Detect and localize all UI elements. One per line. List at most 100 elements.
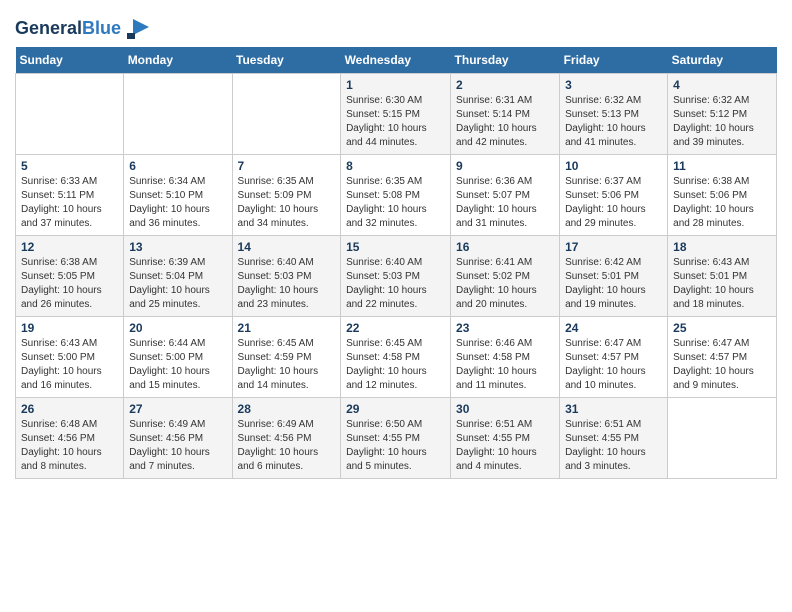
calendar-cell: 4 Sunrise: 6:32 AMSunset: 5:12 PMDaylight… <box>668 74 777 155</box>
day-detail: Sunrise: 6:47 AMSunset: 4:57 PMDaylight:… <box>565 337 662 393</box>
day-number: 17 <box>565 240 662 254</box>
calendar-cell: 7Sunrise: 6:35 AMSunset: 5:09 PMDaylight… <box>232 155 341 236</box>
calendar-cell <box>124 74 232 155</box>
logo-text: GeneralBlue <box>15 19 121 39</box>
calendar-cell: 18 Sunrise: 6:43 AMSunset: 5:01 PMDayligh… <box>668 236 777 317</box>
day-detail: Sunrise: 6:47 AMSunset: 4:57 PMDaylight:… <box>673 337 771 393</box>
day-number: 18 <box>673 240 771 254</box>
day-detail: Sunrise: 6:33 AMSunset: 5:11 PMDaylight:… <box>21 175 118 231</box>
day-number: 15 <box>346 240 445 254</box>
day-detail: Sunrise: 6:34 AMSunset: 5:10 PMDaylight:… <box>129 175 226 231</box>
day-detail: Sunrise: 6:40 AMSunset: 5:03 PMDaylight:… <box>346 256 445 312</box>
day-detail: Sunrise: 6:38 AMSunset: 5:05 PMDaylight:… <box>21 256 118 312</box>
day-detail: Sunrise: 6:43 AMSunset: 5:01 PMDaylight:… <box>673 256 771 312</box>
day-number: 26 <box>21 402 118 416</box>
day-number: 30 <box>456 402 554 416</box>
calendar-cell: 1Sunrise: 6:30 AMSunset: 5:15 PMDaylight… <box>341 74 451 155</box>
calendar-cell: 21Sunrise: 6:45 AMSunset: 4:59 PMDayligh… <box>232 317 341 398</box>
day-header-monday: Monday <box>124 47 232 74</box>
calendar-cell: 6 Sunrise: 6:34 AMSunset: 5:10 PMDaylight… <box>124 155 232 236</box>
calendar-cell: 16Sunrise: 6:41 AMSunset: 5:02 PMDayligh… <box>451 236 560 317</box>
logo-icon <box>123 15 151 43</box>
week-row: 1Sunrise: 6:30 AMSunset: 5:15 PMDaylight… <box>16 74 777 155</box>
calendar-cell <box>668 398 777 479</box>
week-row: 5 Sunrise: 6:33 AMSunset: 5:11 PMDaylight… <box>16 155 777 236</box>
day-detail: Sunrise: 6:49 AMSunset: 4:56 PMDaylight:… <box>129 418 226 474</box>
calendar-cell: 29Sunrise: 6:50 AMSunset: 4:55 PMDayligh… <box>341 398 451 479</box>
day-header-friday: Friday <box>560 47 668 74</box>
day-detail: Sunrise: 6:43 AMSunset: 5:00 PMDaylight:… <box>21 337 118 393</box>
day-number: 8 <box>346 159 445 173</box>
calendar-cell: 14 Sunrise: 6:40 AMSunset: 5:03 PMDayligh… <box>232 236 341 317</box>
calendar-cell <box>16 74 124 155</box>
day-number: 10 <box>565 159 662 173</box>
day-header-wednesday: Wednesday <box>341 47 451 74</box>
day-header-sunday: Sunday <box>16 47 124 74</box>
calendar-cell: 19 Sunrise: 6:43 AMSunset: 5:00 PMDayligh… <box>16 317 124 398</box>
day-header-thursday: Thursday <box>451 47 560 74</box>
day-detail: Sunrise: 6:40 AMSunset: 5:03 PMDaylight:… <box>238 256 336 312</box>
logo: GeneralBlue <box>15 15 151 43</box>
calendar-cell: 22Sunrise: 6:45 AMSunset: 4:58 PMDayligh… <box>341 317 451 398</box>
day-detail: Sunrise: 6:51 AMSunset: 4:55 PMDaylight:… <box>456 418 554 474</box>
day-detail: Sunrise: 6:45 AMSunset: 4:59 PMDaylight:… <box>238 337 336 393</box>
calendar-cell: 25Sunrise: 6:47 AMSunset: 4:57 PMDayligh… <box>668 317 777 398</box>
calendar-cell: 23Sunrise: 6:46 AMSunset: 4:58 PMDayligh… <box>451 317 560 398</box>
day-number: 14 <box>238 240 336 254</box>
day-detail: Sunrise: 6:46 AMSunset: 4:58 PMDaylight:… <box>456 337 554 393</box>
day-number: 4 <box>673 78 771 92</box>
calendar-cell: 5 Sunrise: 6:33 AMSunset: 5:11 PMDaylight… <box>16 155 124 236</box>
day-header-tuesday: Tuesday <box>232 47 341 74</box>
calendar-body: 1Sunrise: 6:30 AMSunset: 5:15 PMDaylight… <box>16 74 777 479</box>
day-detail: Sunrise: 6:50 AMSunset: 4:55 PMDaylight:… <box>346 418 445 474</box>
day-detail: Sunrise: 6:39 AMSunset: 5:04 PMDaylight:… <box>129 256 226 312</box>
day-detail: Sunrise: 6:41 AMSunset: 5:02 PMDaylight:… <box>456 256 554 312</box>
day-number: 9 <box>456 159 554 173</box>
calendar-cell: 10 Sunrise: 6:37 AMSunset: 5:06 PMDayligh… <box>560 155 668 236</box>
day-header-saturday: Saturday <box>668 47 777 74</box>
calendar-cell: 17Sunrise: 6:42 AMSunset: 5:01 PMDayligh… <box>560 236 668 317</box>
day-detail: Sunrise: 6:32 AMSunset: 5:12 PMDaylight:… <box>673 94 771 150</box>
day-number: 13 <box>129 240 226 254</box>
day-number: 3 <box>565 78 662 92</box>
day-number: 12 <box>21 240 118 254</box>
calendar-cell: 24 Sunrise: 6:47 AMSunset: 4:57 PMDayligh… <box>560 317 668 398</box>
day-detail: Sunrise: 6:51 AMSunset: 4:55 PMDaylight:… <box>565 418 662 474</box>
week-row: 26 Sunrise: 6:48 AMSunset: 4:56 PMDayligh… <box>16 398 777 479</box>
calendar-cell: 11 Sunrise: 6:38 AMSunset: 5:06 PMDayligh… <box>668 155 777 236</box>
day-number: 5 <box>21 159 118 173</box>
day-detail: Sunrise: 6:30 AMSunset: 5:15 PMDaylight:… <box>346 94 445 150</box>
calendar-cell: 2 Sunrise: 6:31 AMSunset: 5:14 PMDaylight… <box>451 74 560 155</box>
day-number: 28 <box>238 402 336 416</box>
day-detail: Sunrise: 6:45 AMSunset: 4:58 PMDaylight:… <box>346 337 445 393</box>
calendar-cell: 9Sunrise: 6:36 AMSunset: 5:07 PMDaylight… <box>451 155 560 236</box>
header: GeneralBlue <box>15 10 777 43</box>
calendar-cell: 31 Sunrise: 6:51 AMSunset: 4:55 PMDayligh… <box>560 398 668 479</box>
calendar-cell: 13 Sunrise: 6:39 AMSunset: 5:04 PMDayligh… <box>124 236 232 317</box>
calendar-cell: 15 Sunrise: 6:40 AMSunset: 5:03 PMDayligh… <box>341 236 451 317</box>
day-detail: Sunrise: 6:31 AMSunset: 5:14 PMDaylight:… <box>456 94 554 150</box>
day-detail: Sunrise: 6:48 AMSunset: 4:56 PMDaylight:… <box>21 418 118 474</box>
day-number: 7 <box>238 159 336 173</box>
calendar-cell: 30 Sunrise: 6:51 AMSunset: 4:55 PMDayligh… <box>451 398 560 479</box>
calendar-cell: 20Sunrise: 6:44 AMSunset: 5:00 PMDayligh… <box>124 317 232 398</box>
day-number: 11 <box>673 159 771 173</box>
day-detail: Sunrise: 6:35 AMSunset: 5:08 PMDaylight:… <box>346 175 445 231</box>
day-number: 31 <box>565 402 662 416</box>
calendar-table: SundayMondayTuesdayWednesdayThursdayFrid… <box>15 47 777 479</box>
day-number: 24 <box>565 321 662 335</box>
calendar-cell: 26 Sunrise: 6:48 AMSunset: 4:56 PMDayligh… <box>16 398 124 479</box>
day-number: 20 <box>129 321 226 335</box>
calendar-cell: 3 Sunrise: 6:32 AMSunset: 5:13 PMDaylight… <box>560 74 668 155</box>
calendar-cell: 27Sunrise: 6:49 AMSunset: 4:56 PMDayligh… <box>124 398 232 479</box>
calendar-cell: 8 Sunrise: 6:35 AMSunset: 5:08 PMDaylight… <box>341 155 451 236</box>
calendar-cell: 28Sunrise: 6:49 AMSunset: 4:56 PMDayligh… <box>232 398 341 479</box>
calendar-cell: 12 Sunrise: 6:38 AMSunset: 5:05 PMDayligh… <box>16 236 124 317</box>
calendar-header: SundayMondayTuesdayWednesdayThursdayFrid… <box>16 47 777 74</box>
day-detail: Sunrise: 6:37 AMSunset: 5:06 PMDaylight:… <box>565 175 662 231</box>
day-number: 19 <box>21 321 118 335</box>
day-detail: Sunrise: 6:32 AMSunset: 5:13 PMDaylight:… <box>565 94 662 150</box>
day-number: 2 <box>456 78 554 92</box>
day-detail: Sunrise: 6:38 AMSunset: 5:06 PMDaylight:… <box>673 175 771 231</box>
day-number: 6 <box>129 159 226 173</box>
